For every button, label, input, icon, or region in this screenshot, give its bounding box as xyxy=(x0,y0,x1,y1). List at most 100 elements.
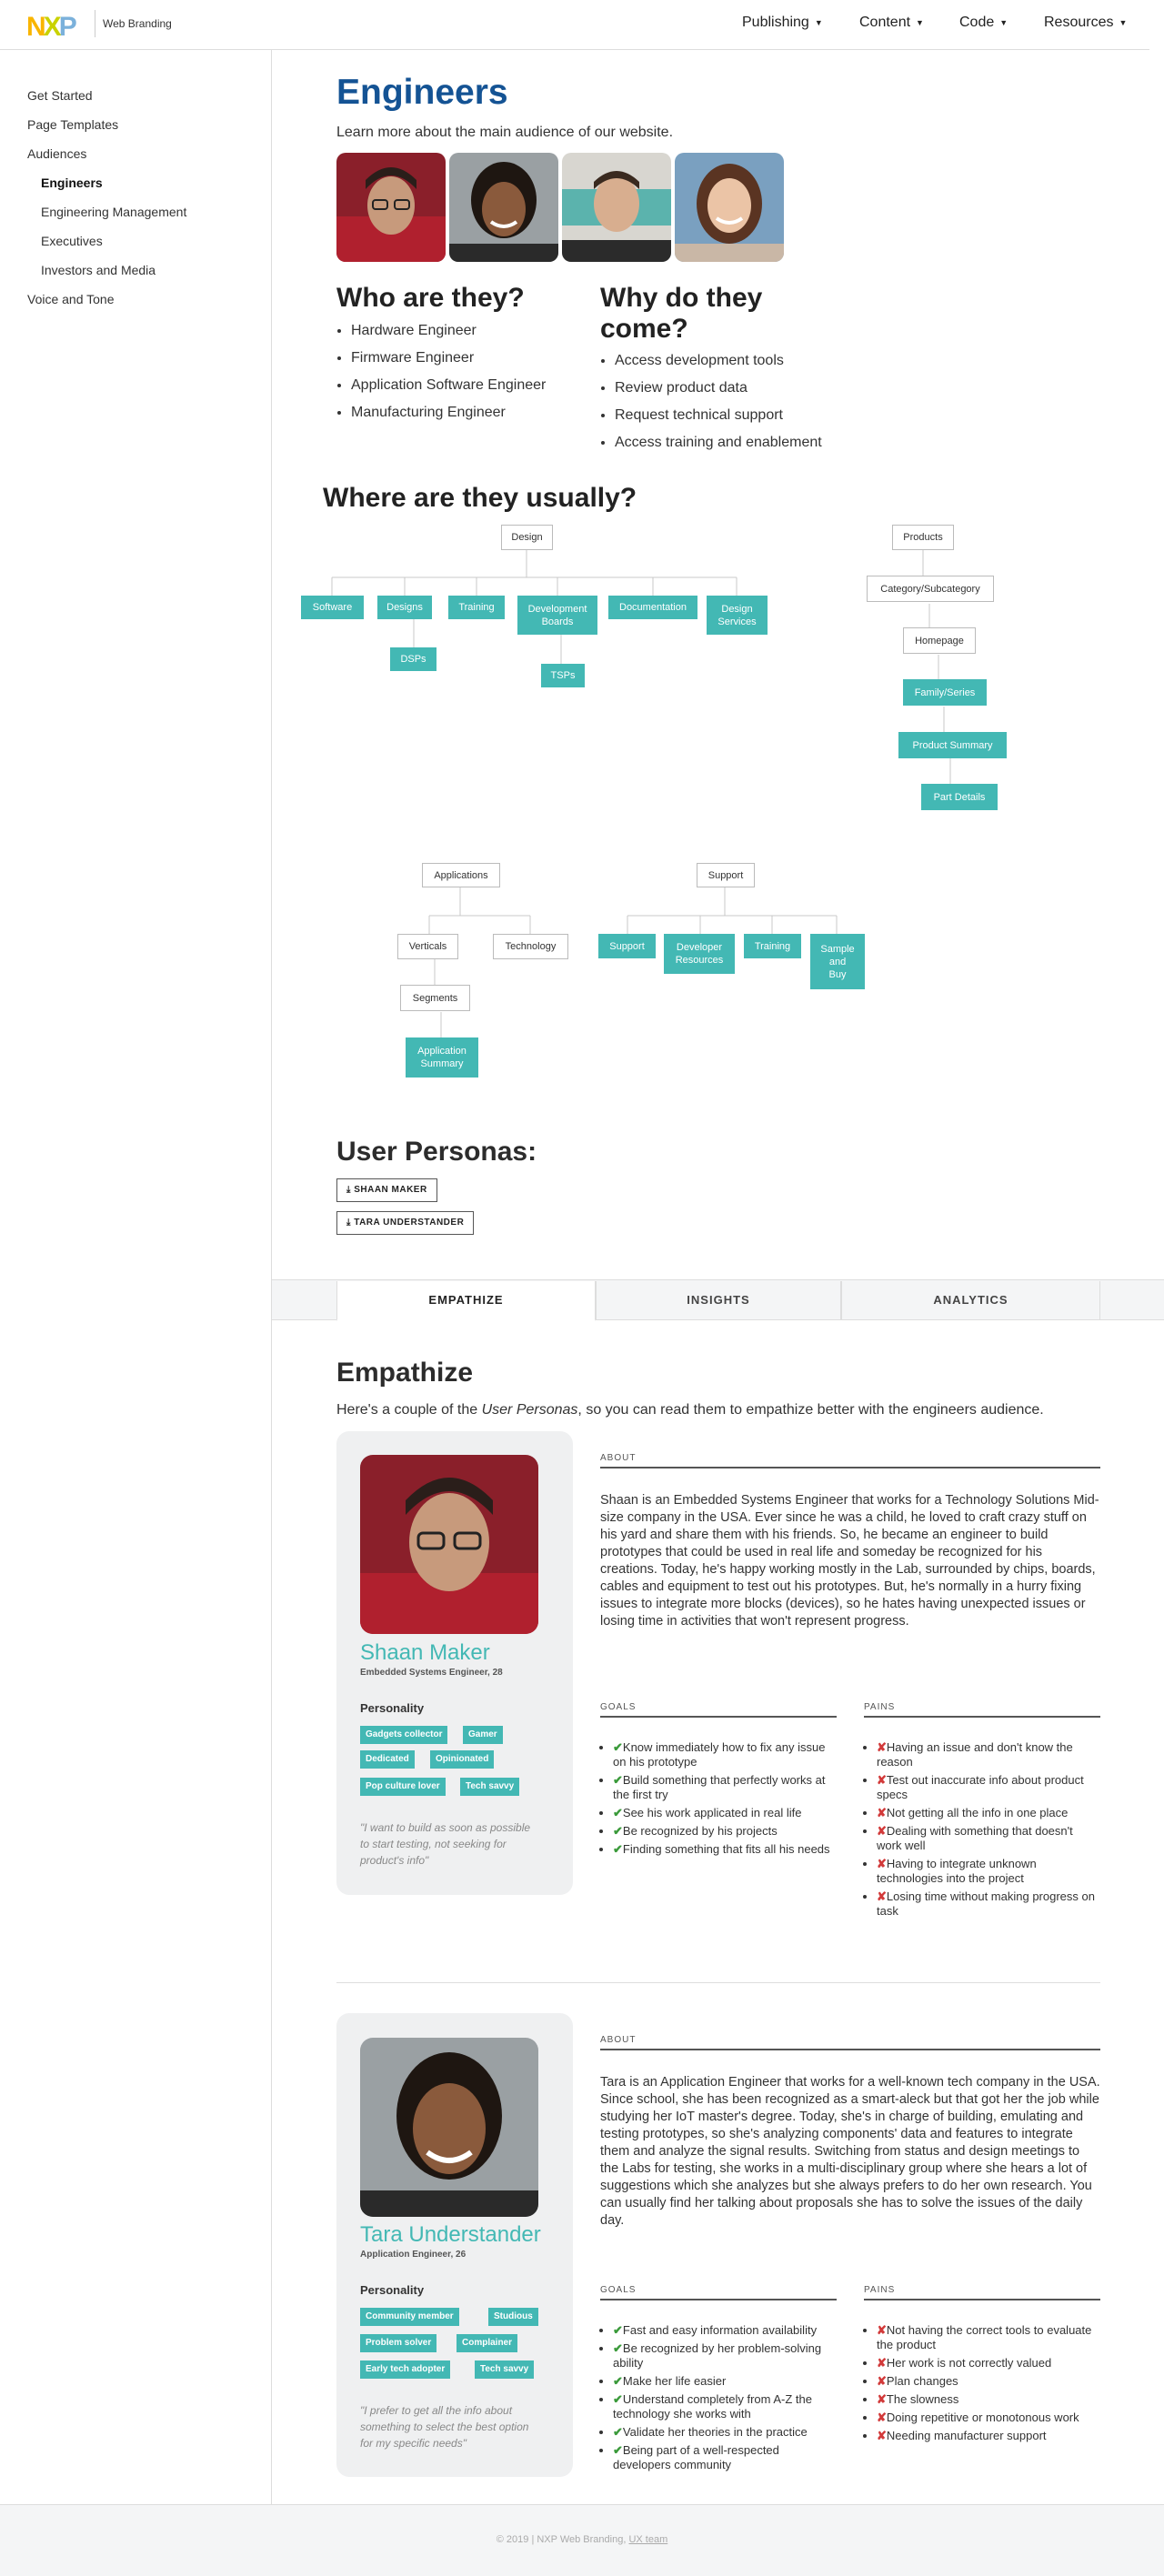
sitemap-node-developer-resources: Developer Resources xyxy=(664,934,735,974)
tab-empathize[interactable]: EMPATHIZE xyxy=(336,1281,596,1321)
who-title: Who are they? xyxy=(336,283,525,313)
tab-insights[interactable]: INSIGHTS xyxy=(596,1281,841,1319)
sitemap-node-applications: Applications xyxy=(422,863,500,887)
goal-text: Finding something that fits all his need… xyxy=(622,1842,830,1856)
goal-item: ✔Build something that perfectly works at… xyxy=(613,1773,837,1802)
check-icon: ✔ xyxy=(613,1842,623,1856)
nav-resources[interactable]: Resources ▼ xyxy=(1044,0,1127,47)
list-item: Application Software Engineer xyxy=(351,377,546,405)
pain-text: Her work is not correctly valued xyxy=(886,2356,1052,2370)
pain-text: Losing time without making progress on t… xyxy=(877,1889,1095,1918)
sitemap-node-design-services: Design Services xyxy=(707,596,768,635)
pain-text: Having to integrate unknown technologies… xyxy=(877,1857,1037,1885)
personality-tag: Tech savvy xyxy=(460,1778,520,1796)
sitemap-node-design: Design xyxy=(501,525,553,550)
sidebar-item-get-started[interactable]: Get Started xyxy=(27,88,93,103)
sidebar-item-audiences[interactable]: Audiences xyxy=(27,146,86,161)
pain-item: ✘The slowness xyxy=(877,2392,1100,2407)
pain-item: ✘Doing repetitive or monotonous work xyxy=(877,2411,1100,2425)
pains-list: ✘ Having an issue and don't know the reas… xyxy=(864,1740,1100,1922)
nav-content[interactable]: Content ▼ xyxy=(859,0,924,47)
personality-label: Personality xyxy=(360,2283,425,2297)
list-item: Review product data xyxy=(615,380,822,407)
brand-label: Web Branding xyxy=(95,10,172,37)
pain-text: Having an issue and don't know the reaso… xyxy=(877,1740,1073,1769)
sitemap-node-tsps: TSPs xyxy=(541,664,585,687)
personality-tag: Early tech adopter xyxy=(360,2360,451,2379)
sitemap-node-technology: Technology xyxy=(493,934,568,959)
nav-code[interactable]: Code ▼ xyxy=(959,0,1008,47)
download-shaan-button[interactable]: ⤓ SHAAN MAKER xyxy=(336,1178,437,1202)
sitemap-node-documentation: Documentation xyxy=(608,596,697,619)
nxp-logo[interactable]: NXP xyxy=(26,12,90,42)
footer-ux-team-link[interactable]: UX team xyxy=(628,2534,667,2545)
goal-text: See his work applicated in real life xyxy=(622,1806,802,1819)
persona-about: Tara is an Application Engineer that wor… xyxy=(600,2075,1100,2228)
goal-text: Understand completely from A-Z the techn… xyxy=(613,2392,812,2421)
caret-down-icon: ▼ xyxy=(999,18,1008,27)
sidebar-item-voice-tone[interactable]: Voice and Tone xyxy=(27,292,115,306)
pain-text: Dealing with something that doesn't work… xyxy=(877,1824,1073,1852)
pain-item: ✘Dealing with something that doesn't wor… xyxy=(877,1824,1100,1853)
goal-item: ✔Be recognized by his projects xyxy=(613,1824,837,1839)
check-icon: ✔ xyxy=(613,2341,623,2355)
persona-quote: "I prefer to get all the info about some… xyxy=(360,2404,529,2450)
sidebar-item-investors-media[interactable]: Investors and Media xyxy=(41,263,156,277)
sitemap-node-dsps: DSPs xyxy=(390,647,436,671)
pain-item: ✘Her work is not correctly valued xyxy=(877,2356,1100,2371)
cross-icon: ✘ xyxy=(877,1806,887,1819)
pain-item: ✘Having to integrate unknown technologie… xyxy=(877,1857,1100,1886)
persona-photo-tara xyxy=(360,2038,538,2217)
persona-photo-shaan xyxy=(360,1455,538,1634)
about-heading: ABOUT xyxy=(600,1453,1100,1468)
persona-name: Shaan Maker xyxy=(360,1640,490,1665)
goals-list: ✔Fast and easy information availability … xyxy=(600,2323,837,2476)
check-icon: ✔ xyxy=(613,2323,623,2337)
goal-item: ✔Validate her theories in the practice xyxy=(613,2425,837,2440)
goal-text: Being part of a well-respected developer… xyxy=(613,2443,779,2471)
sidebar xyxy=(0,50,272,2505)
download-icon: ⤓ xyxy=(346,1218,355,1228)
goal-item: ✔Fast and easy information availability xyxy=(613,2323,837,2338)
persona-role: Embedded Systems Engineer, 28 xyxy=(360,1668,503,1678)
cross-icon: ✘ xyxy=(877,2429,887,2442)
goal-text: Fast and easy information availability xyxy=(622,2323,818,2337)
download-label: SHAAN MAKER xyxy=(354,1185,427,1195)
persona-quote: "I want to build as soon as possible to … xyxy=(360,1821,531,1867)
check-icon: ✔ xyxy=(613,2425,623,2439)
download-tara-button[interactable]: ⤓ TARA UNDERSTANDER xyxy=(336,1211,475,1235)
sitemap-node-sample-and-buy: Sample and Buy xyxy=(810,934,865,989)
pain-item: ✘Not having the correct tools to evaluat… xyxy=(877,2323,1100,2352)
goal-text: Make her life easier xyxy=(622,2374,727,2388)
page-title: Engineers xyxy=(336,73,508,112)
pain-item: ✘Test out inaccurate info about product … xyxy=(877,1773,1100,1802)
personality-tag: Gamer xyxy=(463,1726,503,1744)
list-item: Hardware Engineer xyxy=(351,323,546,350)
list-item: Access training and enablement xyxy=(615,435,822,462)
tab-analytics[interactable]: ANALYTICS xyxy=(841,1281,1100,1319)
list-item: Firmware Engineer xyxy=(351,350,546,377)
page-lead: Learn more about the main audience of ou… xyxy=(336,125,674,140)
audience-photo xyxy=(449,153,558,262)
sidebar-item-executives[interactable]: Executives xyxy=(41,234,103,248)
lead-text: Here's a couple of the xyxy=(336,1402,482,1418)
download-icon: ⤓ xyxy=(346,1185,355,1195)
top-bar: NXP Web Branding Publishing ▼ Content ▼ Co… xyxy=(0,0,1149,50)
personality-label: Personality xyxy=(360,1701,425,1715)
check-icon: ✔ xyxy=(613,2392,623,2406)
sitemap-node-verticals: Verticals xyxy=(397,934,458,959)
pain-text: Doing repetitive or monotonous work xyxy=(886,2411,1079,2424)
nav-publishing[interactable]: Publishing ▼ xyxy=(742,0,823,47)
empathize-title: Empathize xyxy=(336,1358,474,1388)
sidebar-item-page-templates[interactable]: Page Templates xyxy=(27,117,118,132)
cross-icon: ✘ xyxy=(877,2356,887,2370)
sidebar-item-engineers[interactable]: Engineers xyxy=(41,175,103,190)
goal-item: ✔See his work applicated in real life xyxy=(613,1806,837,1820)
persona-divider xyxy=(336,1982,1100,1983)
sitemap-node-family-series: Family/Series xyxy=(903,679,987,706)
nav-label: Publishing xyxy=(742,15,809,31)
sitemap-node-homepage: Homepage xyxy=(903,627,976,654)
goal-text: Build something that perfectly works at … xyxy=(613,1773,826,1801)
sidebar-item-engineering-management[interactable]: Engineering Management xyxy=(41,205,186,219)
sitemap-node-products: Products xyxy=(892,525,954,550)
